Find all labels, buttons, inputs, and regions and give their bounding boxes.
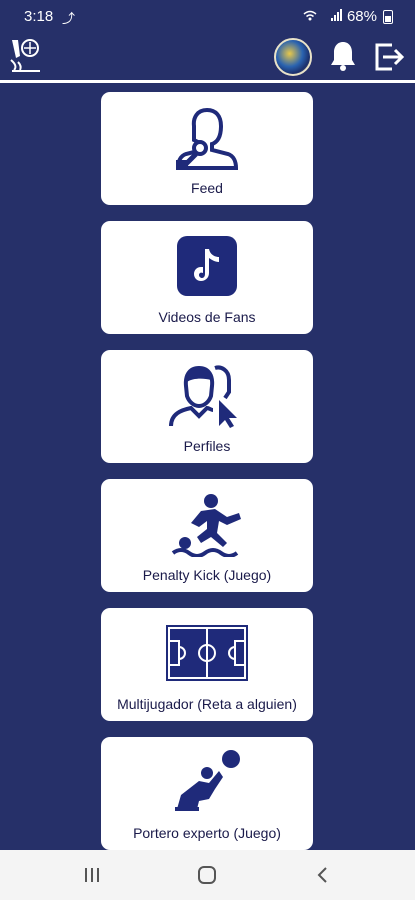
menu-card-perfiles[interactable]: Perfiles xyxy=(101,350,313,463)
battery-icon xyxy=(383,9,393,24)
microphone-speaker-icon xyxy=(175,107,239,170)
menu-list: Feed Videos de Fans Perfiles Penalty Kic… xyxy=(0,83,415,850)
menu-card-portero-experto[interactable]: Portero experto (Juego) xyxy=(101,737,313,850)
home-icon[interactable] xyxy=(195,864,219,886)
goalkeeper-icon xyxy=(175,750,240,811)
bell-icon[interactable] xyxy=(329,40,357,72)
back-icon[interactable] xyxy=(311,864,335,886)
club-logo-icon xyxy=(10,39,40,72)
menu-card-videos-fans[interactable]: Videos de Fans xyxy=(101,221,313,334)
status-bar: 3:18 ⤴ 68% xyxy=(0,0,415,32)
menu-card-label: Portero experto (Juego) xyxy=(133,825,281,841)
recent-apps-icon[interactable] xyxy=(80,864,104,886)
status-time: 3:18 xyxy=(24,8,54,25)
menu-card-label: Penalty Kick (Juego) xyxy=(142,567,272,583)
menu-card-multijugador[interactable]: Multijugador (Reta a alguien) xyxy=(101,608,313,721)
signal-icon xyxy=(303,8,343,25)
profiles-cursor-icon xyxy=(169,365,237,428)
menu-card-label: Multijugador (Reta a alguien) xyxy=(117,696,297,712)
menu-card-label: Videos de Fans xyxy=(158,309,256,325)
avatar[interactable] xyxy=(274,38,312,76)
soccer-kick-icon xyxy=(171,494,241,557)
status-right-group: 68% xyxy=(303,8,393,25)
system-nav-bar xyxy=(0,850,415,900)
app-bar xyxy=(0,32,415,80)
menu-card-label: Feed xyxy=(191,180,223,196)
logout-icon[interactable] xyxy=(374,42,406,72)
menu-card-feed[interactable]: Feed xyxy=(101,92,313,205)
tiktok-icon xyxy=(177,236,237,296)
missed-call-icon: ⤴ xyxy=(62,11,76,26)
menu-card-label: Perfiles xyxy=(183,438,231,454)
soccer-field-icon xyxy=(166,625,248,681)
battery-percent: 68% xyxy=(346,8,377,25)
menu-card-penalty-kick[interactable]: Penalty Kick (Juego) xyxy=(101,479,313,592)
